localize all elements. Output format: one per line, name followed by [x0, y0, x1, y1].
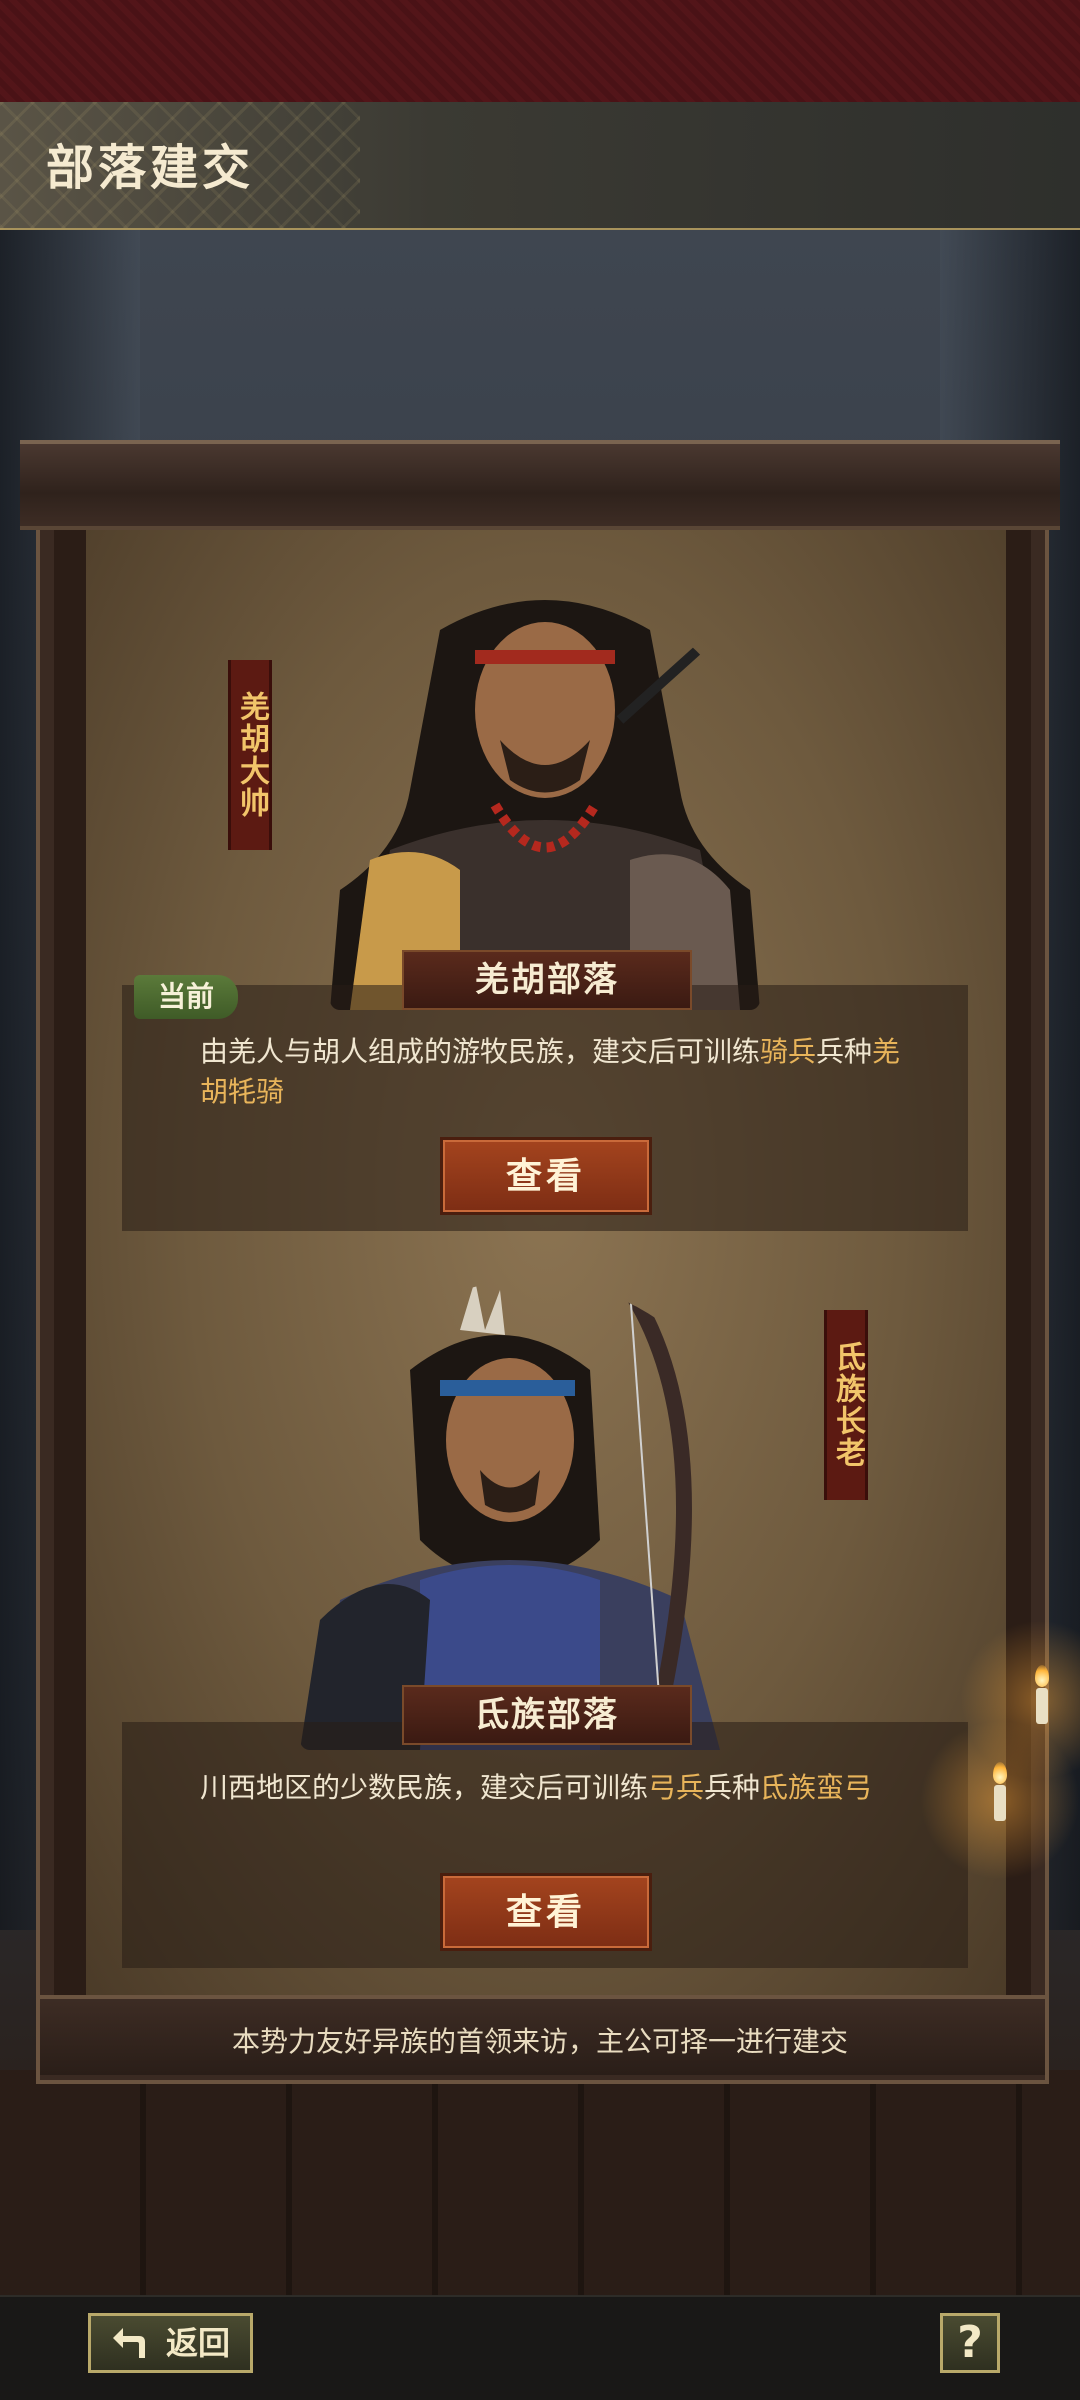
- di-description: 川西地区的少数民族，建交后可训练弓兵兵种氐族蛮弓: [200, 1768, 920, 1808]
- page-title: 部落建交: [46, 140, 255, 196]
- desc-highlight-unit-type: 弓兵: [648, 1771, 705, 1804]
- current-badge: 当前: [134, 975, 238, 1019]
- wooden-floor: [0, 2070, 1080, 2295]
- di-elder-portrait: [300, 1280, 760, 1750]
- candle-icon: [1036, 1688, 1048, 1724]
- back-arrow-icon: [113, 2328, 145, 2358]
- back-button[interactable]: 返回: [88, 2313, 253, 2373]
- candle-flame-icon: [993, 1762, 1007, 1784]
- di-title-tag: 氐族长老: [824, 1310, 868, 1500]
- desc-text: 川西地区的少数民族，建交后可训练: [200, 1771, 649, 1804]
- back-label: 返回: [165, 2324, 230, 2362]
- help-button[interactable]: ?: [940, 2313, 1000, 2373]
- candle-icon: [994, 1785, 1006, 1821]
- frame-top-beam: [20, 440, 1060, 530]
- qianghu-title-tag: 羌胡大帅: [228, 660, 272, 850]
- view-qianghu-button[interactable]: 查看: [440, 1137, 652, 1215]
- desc-text: 兵种: [816, 1035, 873, 1068]
- desc-highlight-unit-name: 氐族蛮弓: [760, 1771, 873, 1804]
- view-di-button[interactable]: 查看: [440, 1873, 652, 1951]
- qianghu-description: 由羌人与胡人组成的游牧民族，建交后可训练骑兵兵种羌胡牦骑: [200, 1032, 920, 1112]
- desc-highlight-unit-type: 骑兵: [760, 1035, 817, 1068]
- top-banner: [0, 0, 1080, 102]
- qianghu-name-plate: 羌胡部落: [402, 950, 692, 1010]
- desc-text: 由羌人与胡人组成的游牧民族，建交后可训练: [200, 1035, 761, 1068]
- desc-text: 兵种: [704, 1771, 761, 1804]
- caption-text: 本势力友好异族的首领来访，主公可择一进行建交: [231, 2025, 848, 2058]
- title-bar: 部落建交: [0, 102, 1080, 230]
- qianghu-leader-portrait: [330, 590, 760, 1010]
- di-name-plate: 氐族部落: [402, 1685, 692, 1745]
- candle-flame-icon: [1035, 1665, 1049, 1687]
